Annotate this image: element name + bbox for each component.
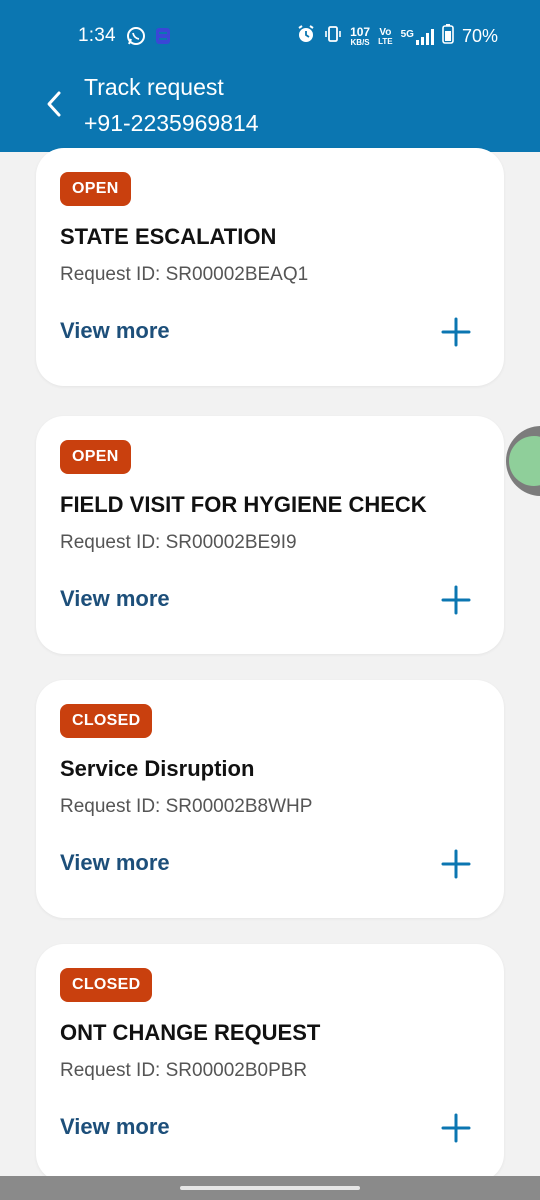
request-card: OPEN STATE ESCALATION Request ID: SR0000…	[36, 148, 504, 386]
app-header: 1:34 107 KB/S Vo LTE 5G 70% Track reques…	[0, 0, 540, 152]
request-title: ONT CHANGE REQUEST	[60, 1020, 321, 1045]
status-badge: OPEN	[60, 172, 131, 206]
status-badge: CLOSED	[60, 968, 153, 1002]
status-time: 1:34	[78, 25, 116, 46]
view-more-link[interactable]: View more	[60, 586, 170, 612]
request-id: Request ID: SR00002B0PBR	[60, 1060, 308, 1081]
back-button[interactable]	[36, 86, 72, 122]
network-speed: 107 KB/S	[350, 24, 371, 47]
expand-button[interactable]	[440, 316, 472, 348]
floating-chat-bubble[interactable]	[506, 426, 540, 496]
expand-button[interactable]	[440, 848, 472, 880]
plus-icon	[441, 1113, 471, 1143]
app-notification-icon	[154, 26, 172, 51]
alarm-icon	[296, 24, 316, 49]
view-more-link[interactable]: View more	[60, 1114, 170, 1140]
phone-number: +91-2235969814	[84, 110, 259, 136]
system-nav-bar	[0, 1176, 540, 1200]
request-id: Request ID: SR00002B8WHP	[60, 796, 313, 817]
title-bar: Track request +91-2235969814	[0, 72, 540, 152]
view-more-link[interactable]: View more	[60, 850, 170, 876]
vibrate-icon	[324, 24, 342, 49]
status-bar: 1:34 107 KB/S Vo LTE 5G 70%	[0, 0, 540, 72]
plus-icon	[441, 317, 471, 347]
expand-button[interactable]	[440, 1112, 472, 1144]
view-more-link[interactable]: View more	[60, 318, 170, 344]
battery-percent: 70%	[461, 26, 498, 46]
volte-indicator: Vo LTE	[378, 26, 393, 46]
plus-icon	[441, 585, 471, 615]
request-title: FIELD VISIT FOR HYGIENE CHECK	[60, 492, 427, 517]
home-gesture-handle[interactable]	[180, 1186, 360, 1190]
back-arrow-icon	[47, 91, 61, 117]
request-card: OPEN FIELD VISIT FOR HYGIENE CHECK Reque…	[36, 416, 504, 654]
request-id: Request ID: SR00002BEAQ1	[60, 264, 309, 285]
chat-bubble-icon	[509, 436, 540, 486]
battery-icon	[442, 24, 454, 49]
request-card: CLOSED Service Disruption Request ID: SR…	[36, 680, 504, 918]
status-badge: CLOSED	[60, 704, 153, 738]
request-title: Service Disruption	[60, 756, 255, 781]
request-card: CLOSED ONT CHANGE REQUEST Request ID: SR…	[36, 944, 504, 1182]
status-badge: OPEN	[60, 440, 131, 474]
plus-icon	[441, 849, 471, 879]
screen: 1:34 107 KB/S Vo LTE 5G 70% Track reques…	[0, 0, 540, 1200]
signal-icon: 5G	[401, 28, 434, 45]
whatsapp-icon	[126, 26, 146, 51]
expand-button[interactable]	[440, 584, 472, 616]
request-title: STATE ESCALATION	[60, 224, 277, 249]
page-title: Track request	[84, 74, 224, 100]
request-id: Request ID: SR00002BE9I9	[60, 532, 297, 553]
